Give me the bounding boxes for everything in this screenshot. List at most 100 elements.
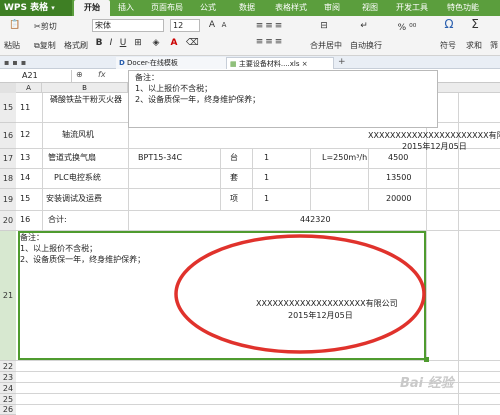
column-header-b[interactable]: B — [42, 83, 128, 93]
merge-center-button[interactable]: 合并居中 — [310, 40, 342, 51]
remark-line-1: 备注： — [20, 233, 44, 242]
symbol-button[interactable]: 符号 — [440, 40, 456, 51]
cell-item-name[interactable]: 轴流风机 — [62, 130, 94, 140]
red-annotation-ellipse — [174, 234, 426, 354]
wrap-text-icon[interactable]: ↵ — [354, 20, 374, 32]
font-color-icon[interactable]: A — [168, 37, 180, 49]
font-size-select[interactable]: 12 — [170, 19, 200, 32]
cell-item-name[interactable]: 管道式换气扇 — [48, 153, 96, 163]
row-header-16[interactable]: 16 — [0, 123, 16, 149]
row-header-19[interactable]: 19 — [0, 189, 16, 211]
row-header-20[interactable]: 20 — [0, 211, 16, 231]
cell-unit[interactable]: 项 — [230, 194, 238, 204]
cell-item-name[interactable]: 磷酸铁盐干粉灭火器 — [46, 95, 126, 105]
app-title: WPS 表格 — [4, 3, 49, 13]
paste-icon[interactable]: 📋 — [6, 19, 24, 31]
tab-developer[interactable]: 开发工具 — [390, 0, 434, 16]
cell-total-label[interactable]: 合计: — [48, 215, 67, 225]
copy-button[interactable]: ⧉复制 — [34, 40, 56, 51]
align-top-icons[interactable]: ≡≡≡ — [240, 20, 300, 32]
sum-icon[interactable]: Σ — [468, 18, 482, 30]
cell-seq[interactable]: 15 — [20, 194, 30, 204]
floating-company-name: XXXXXXXXXXXXXXXXXXXXXX有限公司 — [368, 131, 500, 140]
cell-seq[interactable]: 16 — [20, 215, 30, 225]
row-header-26[interactable]: 26 — [0, 405, 16, 415]
tab-docer-templates[interactable]: D Docer-在线模板 — [116, 57, 226, 69]
cell-spec[interactable]: L=250m³/h — [322, 153, 367, 163]
eraser-icon[interactable]: ⌫ — [186, 37, 199, 49]
tab-current-workbook[interactable]: ▦ 主要设备材料....xls × — [226, 57, 334, 69]
formula-content-popup[interactable]: 备注： 1、以上报价不含税； 2、设备质保一年，终身维护保养； — [128, 70, 438, 128]
name-box[interactable]: A21 — [0, 70, 72, 82]
remark-line-3: 2、设备质保一年，终身维护保养； — [20, 255, 146, 264]
cell-price[interactable]: 13500 — [386, 173, 411, 183]
column-header-a[interactable]: A — [16, 83, 42, 93]
row-header-15[interactable]: 15 — [0, 93, 16, 123]
underline-icon[interactable]: U — [118, 37, 128, 49]
tab-data[interactable]: 数据 — [233, 0, 261, 16]
fill-color-icon[interactable]: ◈ — [150, 37, 162, 49]
format-painter-button[interactable]: 格式刷 — [64, 40, 88, 51]
cell-seq[interactable]: 12 — [20, 130, 30, 140]
cell-unit[interactable]: 台 — [230, 153, 238, 163]
cell-qty[interactable]: 1 — [264, 194, 269, 204]
italic-icon[interactable]: I — [106, 37, 116, 49]
remark-line-2: 1、以上报价不含税； — [20, 244, 98, 253]
spreadsheet-icon: ▦ — [230, 60, 237, 68]
cell-seq[interactable]: 13 — [20, 153, 30, 163]
function-icon[interactable]: fx — [98, 70, 106, 79]
cell-unit[interactable]: 套 — [230, 173, 238, 183]
row-header-21[interactable]: 21 — [0, 231, 16, 361]
cell-seq[interactable]: 14 — [20, 173, 30, 183]
floating-date: 2015年12月05日 — [402, 142, 467, 151]
cell-qty[interactable]: 1 — [264, 153, 269, 163]
cell-total-value[interactable]: 442320 — [300, 215, 331, 225]
merge-center-icon[interactable]: ⊟ — [314, 20, 334, 32]
font-grow-icon[interactable]: A — [206, 19, 218, 31]
tab-home[interactable]: 开始 — [74, 0, 110, 16]
font-shrink-icon[interactable]: A — [218, 19, 230, 31]
tab-formula[interactable]: 公式 — [194, 0, 222, 16]
filter-button[interactable]: 筛 — [490, 40, 498, 51]
row-header-17[interactable]: 17 — [0, 149, 16, 169]
wrap-text-button[interactable]: 自动换行 — [350, 40, 382, 51]
cell-seq[interactable]: 11 — [20, 103, 30, 113]
omega-icon[interactable]: Ω — [442, 18, 456, 30]
close-icon[interactable]: × — [302, 60, 308, 68]
grid-line — [16, 168, 500, 169]
row-header-18[interactable]: 18 — [0, 169, 16, 189]
cell-model[interactable]: BPT15-34C — [138, 153, 182, 163]
zoom-icon[interactable]: ⊕ — [76, 70, 83, 79]
row-header-22[interactable]: 22 — [0, 361, 16, 372]
tab-special[interactable]: 特色功能 — [440, 0, 486, 16]
bold-icon[interactable]: B — [94, 37, 104, 49]
row-header-24[interactable]: 24 — [0, 383, 16, 394]
tab-view[interactable]: 视图 — [356, 0, 384, 16]
sum-button[interactable]: 求和 — [466, 40, 482, 51]
tab-page-layout[interactable]: 页面布局 — [144, 0, 190, 16]
align-horizontal-icons[interactable]: ≡≡≡ — [240, 36, 300, 48]
cell-price[interactable]: 20000 — [386, 194, 411, 204]
select-all-corner[interactable] — [0, 83, 16, 93]
font-name-select[interactable]: 宋体 — [92, 19, 164, 32]
cell-qty[interactable]: 1 — [264, 173, 269, 183]
tab-review[interactable]: 审阅 — [318, 0, 346, 16]
watermark: Bai 经验 — [400, 376, 454, 391]
cut-button[interactable]: ✂剪切 — [34, 21, 57, 32]
border-icon[interactable]: ⊞ — [132, 37, 144, 49]
grid-line — [310, 148, 311, 211]
cell-item-name[interactable]: 安装调试及运费 — [46, 194, 102, 204]
new-tab-icon[interactable]: + — [338, 57, 346, 67]
row-header-23[interactable]: 23 — [0, 372, 16, 383]
grid-line — [16, 210, 500, 211]
quick-access-icons[interactable]: ▪▪▪ — [4, 58, 29, 67]
tab-insert[interactable]: 插入 — [112, 0, 140, 16]
paste-button[interactable]: 粘贴 — [4, 40, 20, 51]
cell-price[interactable]: 4500 — [388, 153, 408, 163]
tab-table-style[interactable]: 表格样式 — [268, 0, 314, 16]
number-format-icon[interactable]: % ⁰⁰ — [392, 22, 422, 34]
row-header-25[interactable]: 25 — [0, 394, 16, 405]
app-menu-button[interactable]: WPS 表格 ▾ — [0, 0, 72, 16]
cell-item-name[interactable]: PLC电控系统 — [54, 173, 101, 183]
chevron-down-icon: ▾ — [51, 4, 55, 12]
